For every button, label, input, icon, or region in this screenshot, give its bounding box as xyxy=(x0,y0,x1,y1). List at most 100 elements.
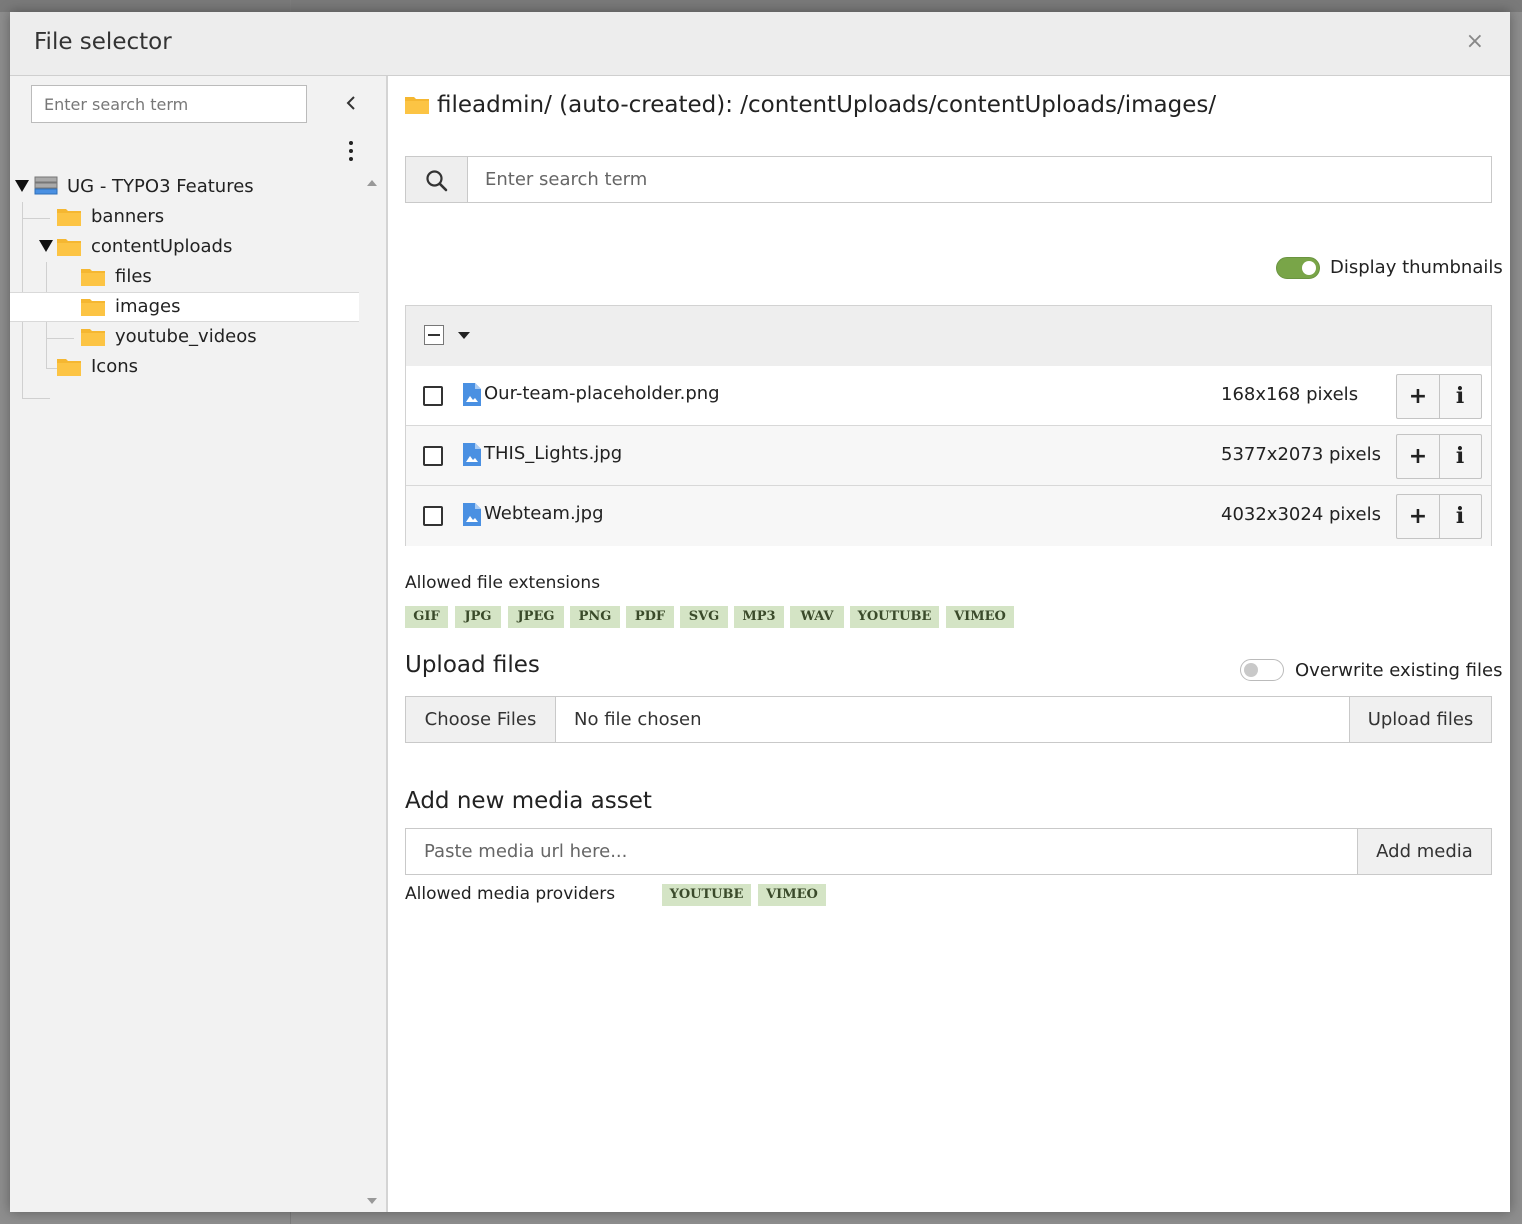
allowed-extensions-title: Allowed file extensions xyxy=(405,573,601,593)
tree-toggle-icon[interactable] xyxy=(15,180,29,192)
folder-icon xyxy=(81,269,105,286)
table-row[interactable]: Our-team-placeholder.png 168x168 pixels … xyxy=(406,366,1491,426)
tree-item-label: Icons xyxy=(91,356,139,377)
folder-icon xyxy=(405,97,429,114)
folder-icon xyxy=(57,359,81,376)
tree-item-root[interactable]: UG - TYPO3 Features xyxy=(10,172,359,202)
image-file-icon xyxy=(463,443,481,466)
overwrite-files-label: Overwrite existing files xyxy=(1295,660,1503,681)
row-actions: + i xyxy=(1396,494,1482,539)
info-button[interactable]: i xyxy=(1439,435,1481,478)
more-options-icon[interactable] xyxy=(344,139,358,163)
file-name-link[interactable]: Webteam.jpg xyxy=(484,503,604,524)
media-url-input[interactable] xyxy=(406,829,1358,874)
file-selector-modal: File selector × Enter search term UG - T… xyxy=(10,12,1510,1212)
tree-scrollbar[interactable] xyxy=(362,172,382,1212)
choose-files-button[interactable]: Choose Files xyxy=(406,697,556,742)
tree-item-contentuploads[interactable]: contentUploads xyxy=(10,232,359,262)
folder-tree: UG - TYPO3 Features banners contentUploa… xyxy=(10,172,359,1212)
chevron-down-icon[interactable] xyxy=(458,332,470,339)
upload-files-button[interactable]: Upload files xyxy=(1349,697,1491,742)
provider-badge: YOUTUBE xyxy=(662,884,751,906)
folder-path-heading: fileadmin/ (auto-created): /contentUploa… xyxy=(405,92,1216,118)
extension-badge: SVG xyxy=(680,606,728,628)
folder-tree-pane: UG - TYPO3 Features banners contentUploa… xyxy=(10,76,388,1212)
row-actions: + i xyxy=(1396,434,1482,479)
display-thumbnails-toggle[interactable] xyxy=(1276,257,1320,279)
allowed-providers-label: Allowed media providers xyxy=(405,884,616,904)
extension-badge: JPEG xyxy=(508,606,564,628)
file-name-link[interactable]: THIS_Lights.jpg xyxy=(484,443,622,464)
image-file-icon xyxy=(463,503,481,526)
tree-item-label: contentUploads xyxy=(91,236,233,257)
extension-badge: GIF xyxy=(405,606,448,628)
tree-item-images[interactable]: images xyxy=(10,292,359,322)
table-header xyxy=(406,306,1491,367)
file-list-pane: fileadmin/ (auto-created): /contentUploa… xyxy=(388,76,1510,1212)
toggle-knob xyxy=(1302,261,1316,275)
select-all-checkbox[interactable] xyxy=(424,325,444,345)
file-name-link[interactable]: Our-team-placeholder.png xyxy=(484,383,720,404)
info-button[interactable]: i xyxy=(1439,495,1481,538)
overwrite-files-toggle[interactable] xyxy=(1240,659,1284,681)
add-media-title: Add new media asset xyxy=(405,788,652,814)
upload-form: Choose Files No file chosen Upload files xyxy=(405,696,1492,743)
extension-badge: PDF xyxy=(626,606,674,628)
tree-item-label: youtube_videos xyxy=(115,326,257,347)
tree-item-label: files xyxy=(115,266,152,287)
file-dimensions: 4032x3024 pixels xyxy=(1221,504,1381,525)
extension-badge: JPG xyxy=(455,606,501,628)
file-search xyxy=(405,156,1492,203)
file-search-input[interactable] xyxy=(468,157,1491,202)
tree-connector xyxy=(22,398,50,399)
extension-badge: VIMEO xyxy=(946,606,1014,628)
row-actions: + i xyxy=(1396,374,1482,419)
toggle-knob xyxy=(1244,663,1258,677)
search-icon xyxy=(426,170,448,192)
add-media-form: Add media xyxy=(405,828,1492,875)
folder-icon xyxy=(57,239,81,256)
folder-icon xyxy=(81,329,105,346)
folder-icon xyxy=(57,209,81,226)
tree-search-input[interactable] xyxy=(31,85,307,123)
file-table: Our-team-placeholder.png 168x168 pixels … xyxy=(405,305,1492,546)
tree-item-label: images xyxy=(115,296,181,317)
image-file-icon xyxy=(463,383,481,406)
no-file-chosen-text: No file chosen xyxy=(574,709,702,730)
info-button[interactable]: i xyxy=(1439,375,1481,418)
table-row[interactable]: THIS_Lights.jpg 5377x2073 pixels + i xyxy=(406,426,1491,486)
tree-item-files[interactable]: files xyxy=(10,262,359,292)
extension-badge: YOUTUBE xyxy=(850,606,939,628)
file-dimensions: 168x168 pixels xyxy=(1221,384,1359,405)
close-icon[interactable]: × xyxy=(1466,30,1484,54)
tree-item-icons[interactable]: Icons xyxy=(10,352,359,382)
search-button[interactable] xyxy=(406,157,468,202)
collapse-tree-icon[interactable] xyxy=(343,93,359,113)
tree-item-banners[interactable]: banners xyxy=(10,202,359,232)
upload-files-title: Upload files xyxy=(405,652,540,678)
tree-item-label: UG - TYPO3 Features xyxy=(67,176,254,197)
server-icon xyxy=(34,176,58,195)
row-checkbox[interactable] xyxy=(423,506,443,526)
row-checkbox[interactable] xyxy=(423,446,443,466)
add-file-button[interactable]: + xyxy=(1397,495,1440,538)
row-checkbox[interactable] xyxy=(423,386,443,406)
table-row[interactable]: Webteam.jpg 4032x3024 pixels + i xyxy=(406,486,1491,546)
tree-item-youtube-videos[interactable]: youtube_videos xyxy=(10,322,359,352)
tree-toggle-icon[interactable] xyxy=(39,240,53,252)
display-thumbnails-label: Display thumbnails xyxy=(1330,257,1503,278)
provider-badge: VIMEO xyxy=(758,884,826,906)
folder-icon xyxy=(81,299,105,316)
add-file-button[interactable]: + xyxy=(1397,375,1440,418)
folder-path-text: fileadmin/ (auto-created): /contentUploa… xyxy=(437,92,1217,118)
tree-item-label: banners xyxy=(91,206,165,227)
modal-header: File selector × xyxy=(10,12,1510,76)
add-media-button[interactable]: Add media xyxy=(1357,829,1491,874)
scroll-down-icon[interactable] xyxy=(367,1198,377,1204)
add-file-button[interactable]: + xyxy=(1397,435,1440,478)
extension-badge: WAV xyxy=(790,606,844,628)
file-dimensions: 5377x2073 pixels xyxy=(1221,444,1381,465)
modal-title: File selector xyxy=(34,29,172,55)
extension-badge: PNG xyxy=(570,606,620,628)
scroll-up-icon[interactable] xyxy=(367,180,377,186)
